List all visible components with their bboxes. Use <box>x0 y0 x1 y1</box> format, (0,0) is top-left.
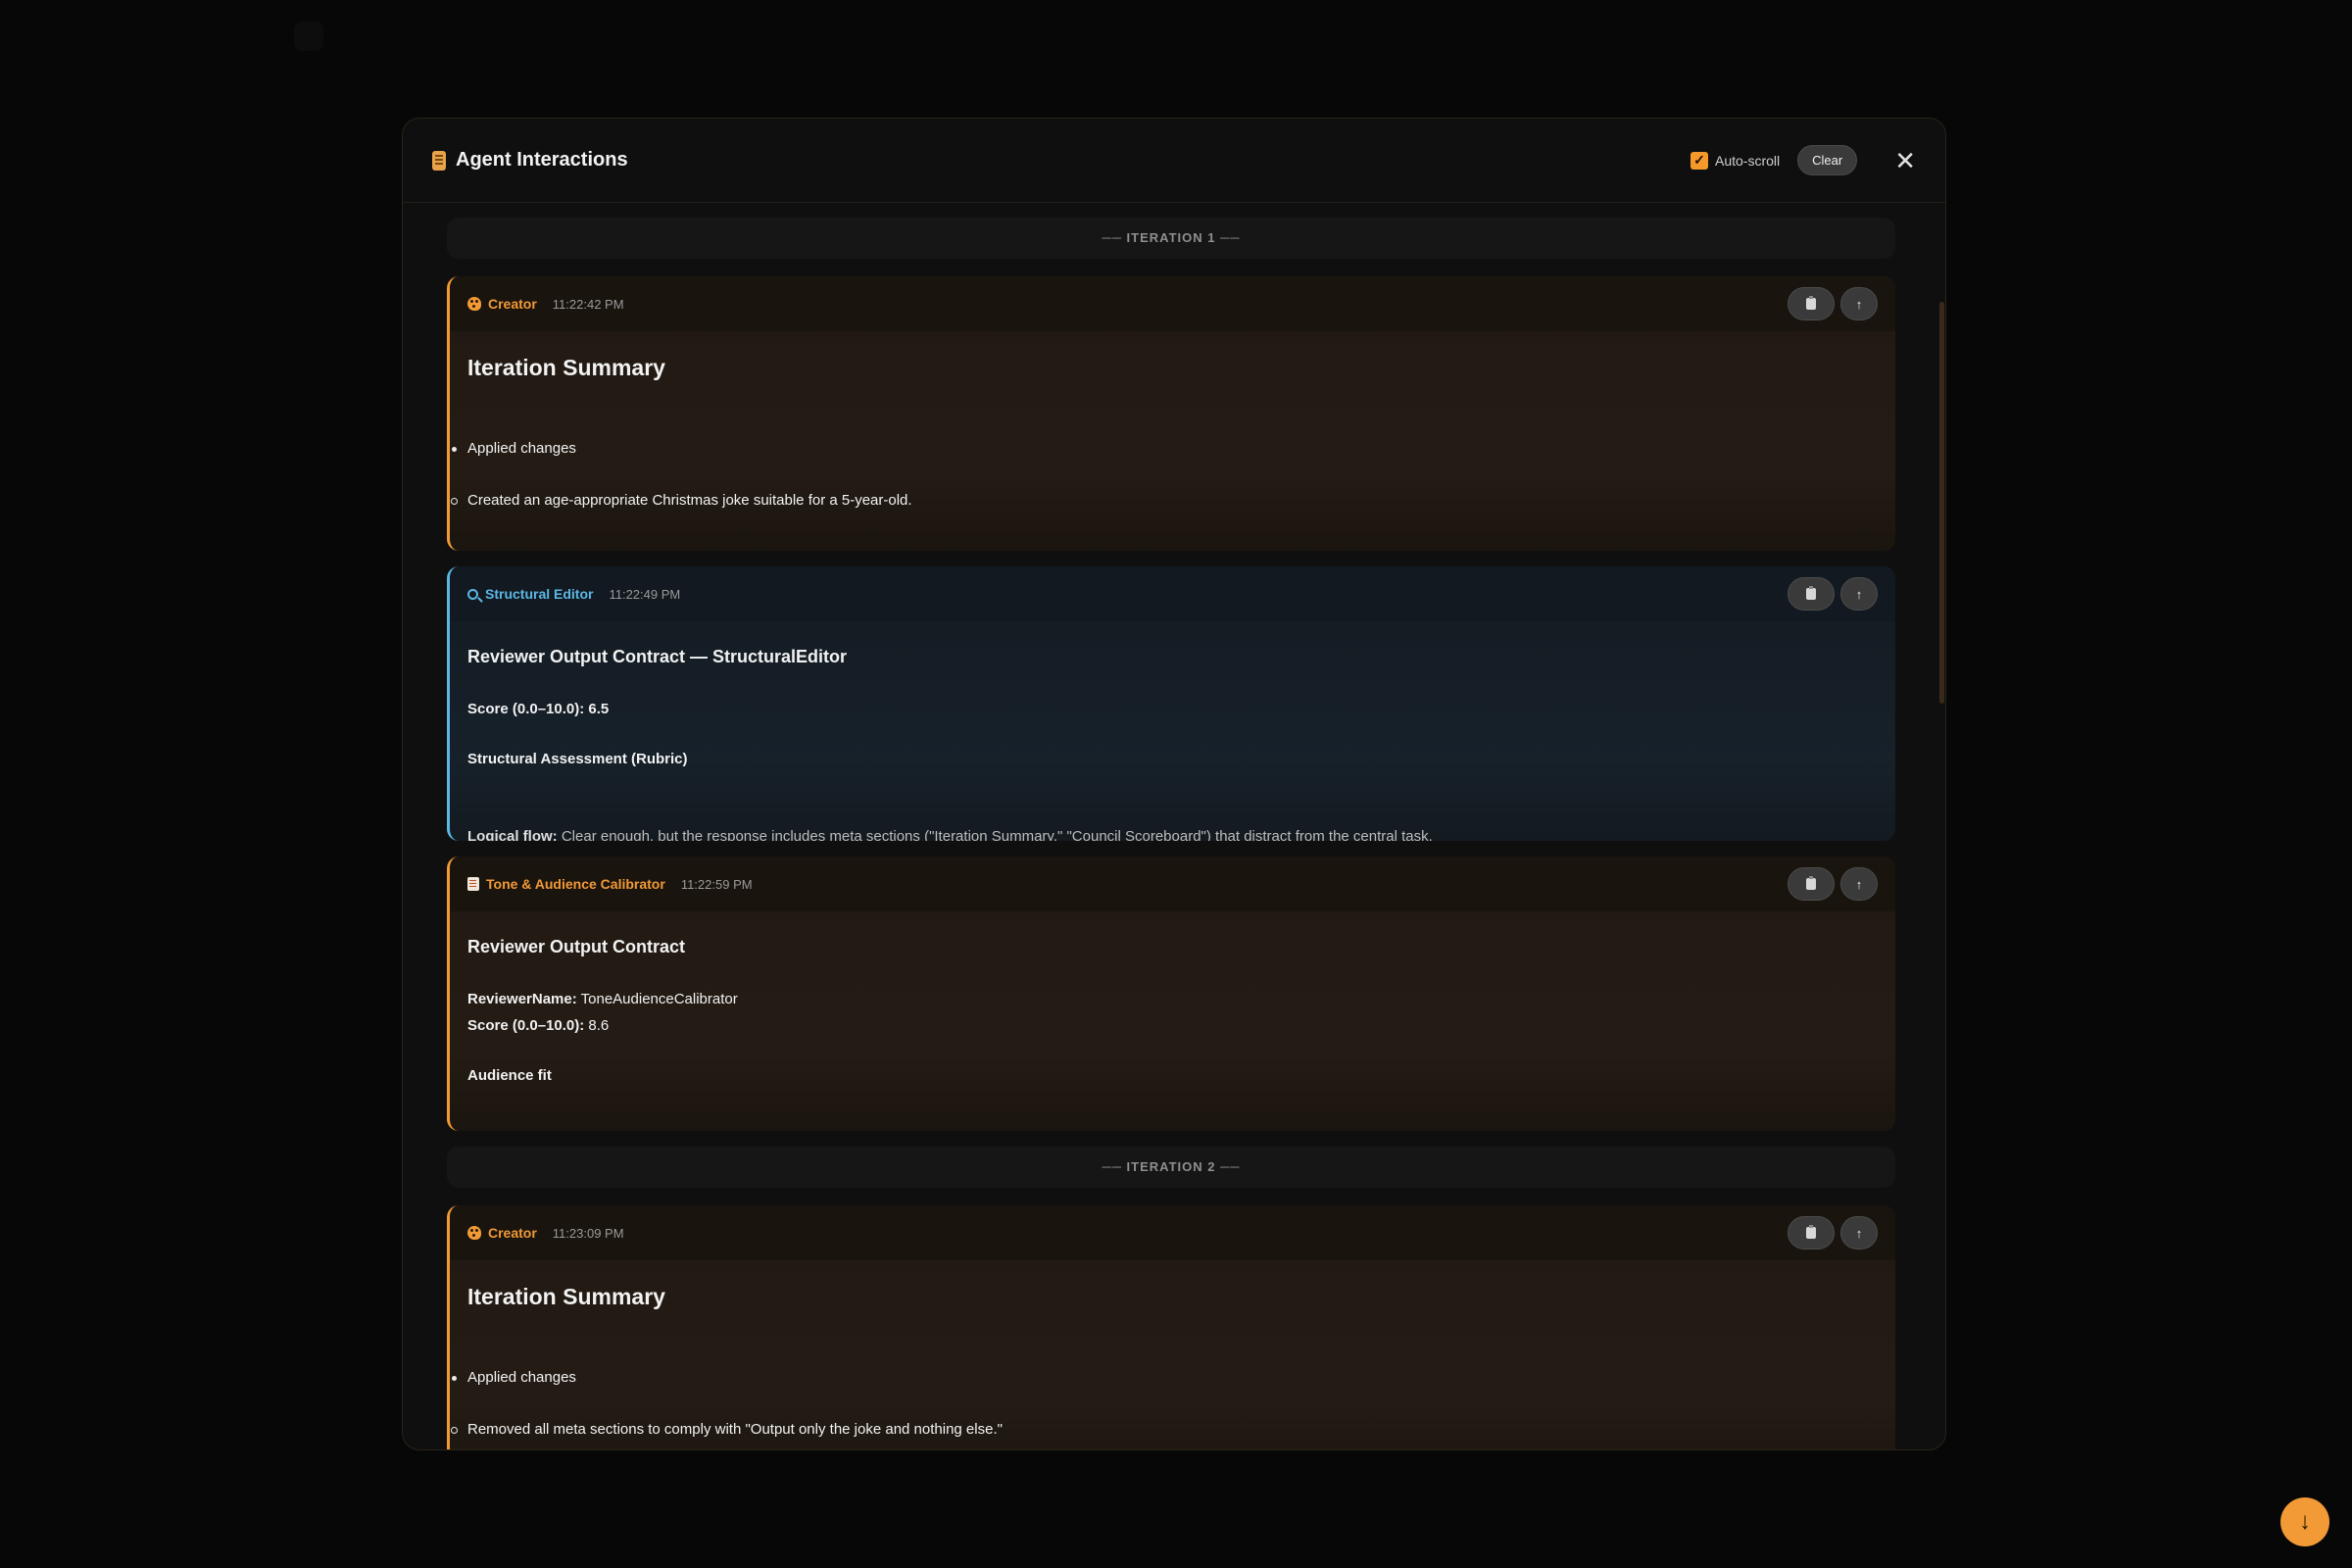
scroll-top-button[interactable]: ↑ <box>1840 287 1878 320</box>
agent-interactions-modal: Agent Interactions ✓ Auto-scroll Clear ✕… <box>402 118 1946 1450</box>
agent-name-text: Tone & Audience Calibrator <box>486 876 665 892</box>
reviewer-name-line: ReviewerName: ToneAudienceCalibrator <box>467 991 1878 1007</box>
scroll-top-button[interactable]: ↑ <box>1840 867 1878 901</box>
message-header: Structural Editor 11:22:49 PM ↑ <box>450 566 1895 621</box>
score-line: Score (0.0–10.0): 8.6 <box>467 1017 1878 1034</box>
list-item: Removed all meta sections to comply with… <box>451 1421 1878 1438</box>
message-heading: Reviewer Output Contract — StructuralEdi… <box>467 647 848 666</box>
arrow-up-icon: ↑ <box>1855 876 1863 892</box>
section-heading: Audience fit <box>467 1067 552 1084</box>
iteration-separator: ── ITERATION 1 ── <box>447 218 1895 259</box>
close-icon[interactable]: ✕ <box>1894 148 1916 173</box>
timestamp: 11:22:42 PM <box>552 296 624 312</box>
autoscroll-toggle[interactable]: ✓ Auto-scroll <box>1690 151 1781 170</box>
agent-name: Structural Editor <box>467 586 593 602</box>
score-value: 6.5 <box>588 701 610 717</box>
message-card-tone-audience: Tone & Audience Calibrator 11:22:59 PM ↑… <box>447 857 1895 1131</box>
message-header: Tone & Audience Calibrator 11:22:59 PM ↑ <box>450 857 1895 911</box>
score-label: Score (0.0–10.0): <box>467 701 585 717</box>
autoscroll-label: Auto-scroll <box>1714 152 1781 169</box>
score-line: Score (0.0–10.0): 6.5 <box>467 701 1878 717</box>
message-heading: Iteration Summary <box>467 1284 665 1309</box>
section-heading: Structural Assessment (Rubric) <box>467 751 688 767</box>
autoscroll-checkbox[interactable]: ✓ <box>1690 151 1708 170</box>
message-actions: ↑ <box>1788 1216 1878 1250</box>
message-body: Iteration Summary Applied changes Remove… <box>450 1260 1895 1438</box>
list-item: Applied changes <box>452 440 1878 457</box>
header-controls: ✓ Auto-scroll Clear ✕ <box>1690 145 1916 175</box>
reviewer-name-label: ReviewerName: <box>467 991 577 1007</box>
clipboard-icon <box>1806 1225 1816 1239</box>
copy-button[interactable] <box>1788 287 1835 320</box>
timestamp: 11:22:49 PM <box>609 586 681 602</box>
timestamp: 11:22:59 PM <box>680 876 753 892</box>
message-heading: Reviewer Output Contract <box>467 937 686 956</box>
clipboard-icon <box>1806 876 1816 890</box>
agent-name-text: Structural Editor <box>485 586 594 602</box>
palette-icon <box>467 1226 481 1240</box>
message-heading: Iteration Summary <box>467 355 665 380</box>
modal-title-text: Agent Interactions <box>456 149 628 171</box>
message-actions: ↑ <box>1788 577 1878 611</box>
message-body: Reviewer Output Contract ReviewerName: T… <box>450 911 1895 1084</box>
background-app-icon <box>294 22 323 51</box>
arrow-up-icon: ↑ <box>1855 296 1863 312</box>
memo-icon <box>467 877 479 891</box>
copy-button[interactable] <box>1788 577 1835 611</box>
arrow-up-icon: ↑ <box>1855 586 1863 602</box>
scroll-icon <box>432 150 446 171</box>
agent-name: Creator <box>467 296 537 312</box>
cut-label: Logical flow: <box>467 828 558 841</box>
clipboard-icon <box>1806 586 1816 600</box>
cut-text: Clear enough, but the response includes … <box>561 828 1433 841</box>
iteration-separator: ── ITERATION 2 ── <box>447 1147 1895 1188</box>
list-item: Created an age-appropriate Christmas jok… <box>451 492 1878 509</box>
truncated-line: Logical flow: Clear enough, but the resp… <box>467 828 1878 841</box>
magnifier-icon <box>467 588 478 600</box>
message-body: Iteration Summary Applied changes Create… <box>450 331 1895 509</box>
message-card-creator: Creator 11:23:09 PM ↑ Iteration Summary … <box>447 1205 1895 1449</box>
scrollbar-thumb[interactable] <box>1939 302 1944 704</box>
palette-icon <box>467 297 481 311</box>
agent-name: Creator <box>467 1225 537 1241</box>
message-header: Creator 11:22:42 PM ↑ <box>450 276 1895 331</box>
agent-name-text: Creator <box>488 296 537 312</box>
message-body: Reviewer Output Contract — StructuralEdi… <box>450 621 1895 841</box>
messages-list[interactable]: ── ITERATION 1 ── Creator 11:22:42 PM ↑ … <box>403 204 1945 1449</box>
list-item: Applied changes <box>452 1369 1878 1386</box>
message-card-creator: Creator 11:22:42 PM ↑ Iteration Summary … <box>447 276 1895 551</box>
message-actions: ↑ <box>1788 867 1878 901</box>
copy-button[interactable] <box>1788 867 1835 901</box>
reviewer-name-value: ToneAudienceCalibrator <box>580 991 738 1007</box>
modal-title: Agent Interactions <box>432 149 628 172</box>
modal-header: Agent Interactions ✓ Auto-scroll Clear ✕ <box>403 119 1945 203</box>
clipboard-icon <box>1806 296 1816 310</box>
agent-name-text: Creator <box>488 1225 537 1241</box>
timestamp: 11:23:09 PM <box>552 1225 624 1241</box>
agent-name: Tone & Audience Calibrator <box>467 876 665 892</box>
copy-button[interactable] <box>1788 1216 1835 1250</box>
score-label: Score (0.0–10.0): <box>467 1017 585 1034</box>
message-actions: ↑ <box>1788 287 1878 320</box>
arrow-up-icon: ↑ <box>1855 1225 1863 1241</box>
score-value: 8.6 <box>588 1017 610 1034</box>
scroll-top-button[interactable]: ↑ <box>1840 577 1878 611</box>
clear-button[interactable]: Clear <box>1797 145 1858 175</box>
scroll-to-bottom-button[interactable]: ↓ <box>2280 1497 2329 1546</box>
scroll-top-button[interactable]: ↑ <box>1840 1216 1878 1250</box>
message-header: Creator 11:23:09 PM ↑ <box>450 1205 1895 1260</box>
message-card-structural-editor: Structural Editor 11:22:49 PM ↑ Reviewer… <box>447 566 1895 841</box>
